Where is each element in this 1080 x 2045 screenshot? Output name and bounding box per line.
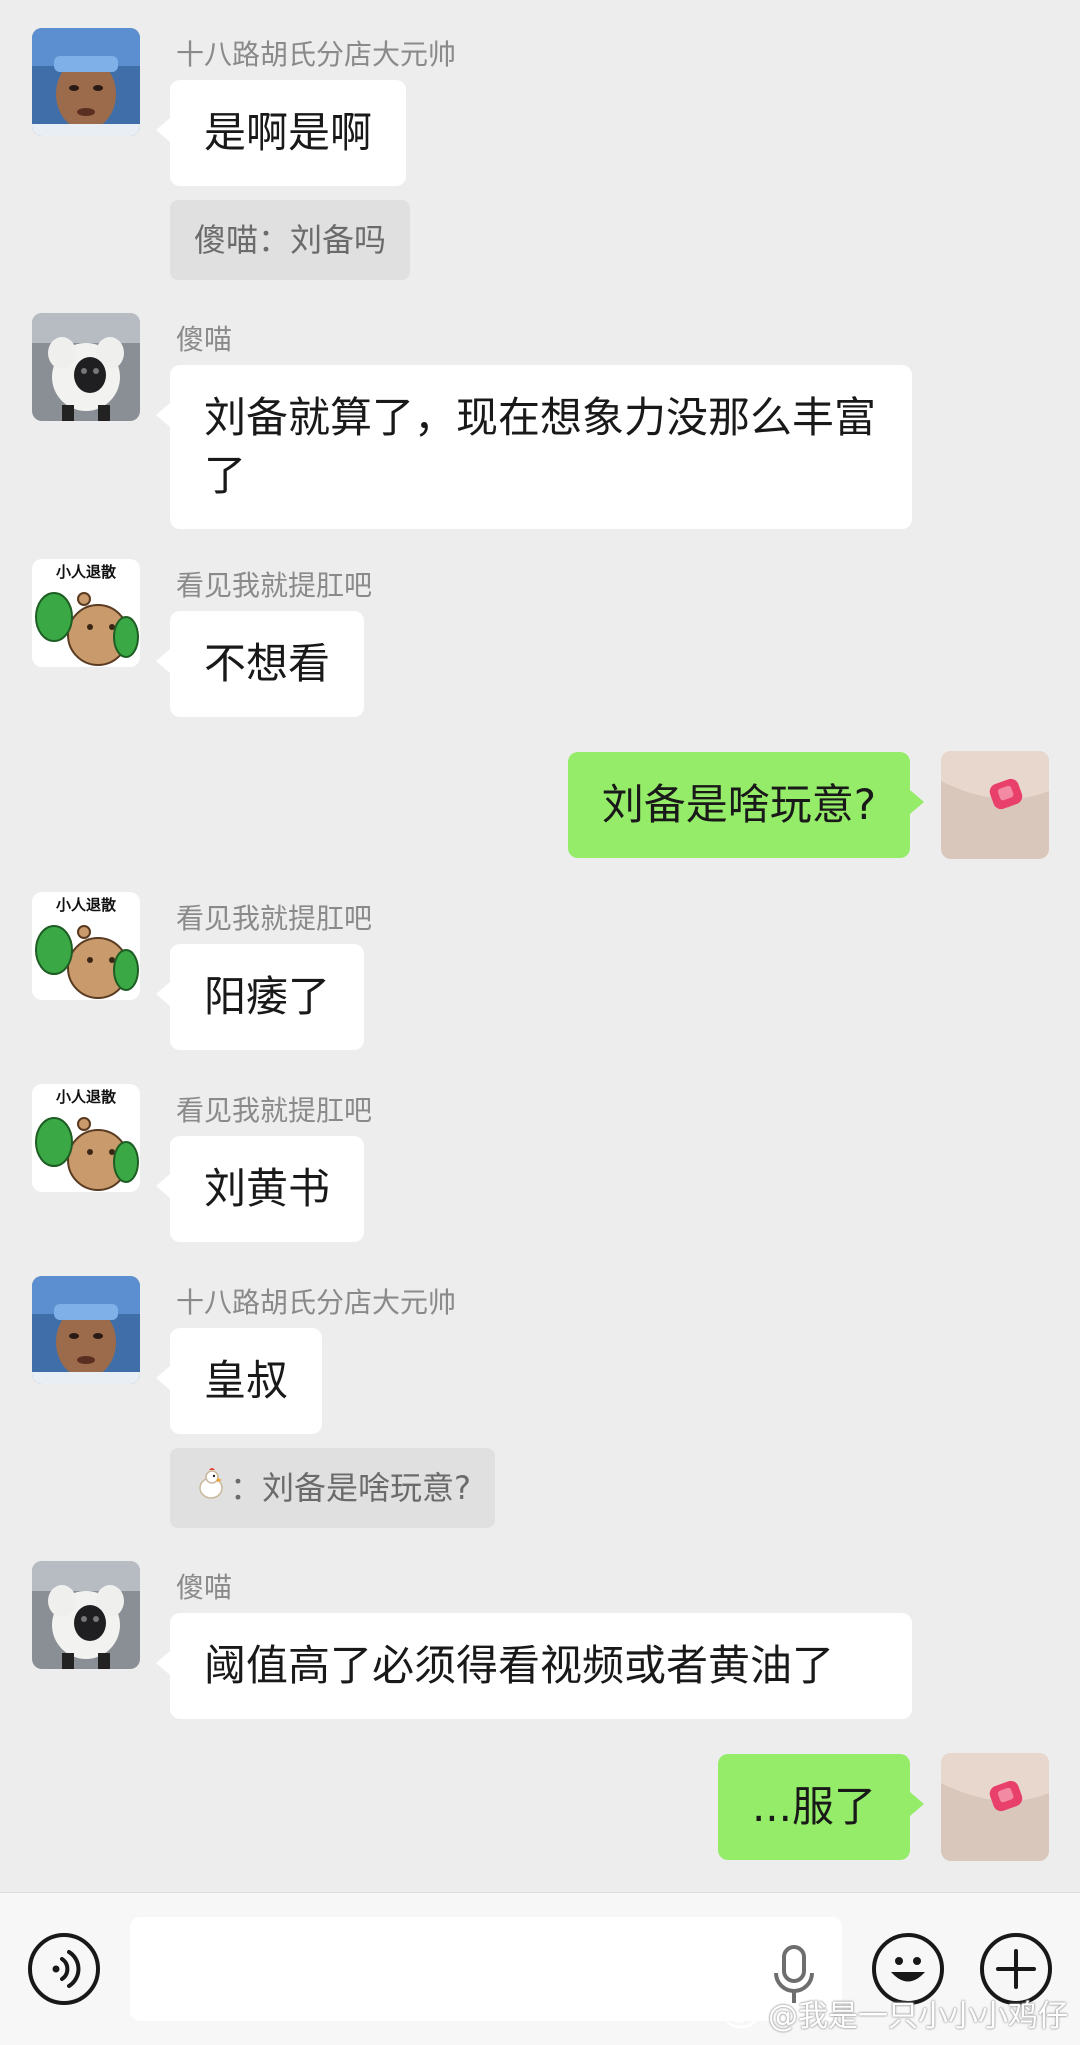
avatar-capybara[interactable]: 小人退散 (32, 1084, 140, 1192)
sender-name: 十八路胡氏分店大元帅 (176, 38, 457, 71)
avatar-sha-miao-image (32, 1561, 140, 1669)
chick-emoji-icon (194, 1450, 228, 1530)
avatar-commander-image (32, 28, 140, 136)
message-bubble[interactable]: 阳痿了 (155, 944, 365, 1050)
voice-toggle-button[interactable] (28, 1933, 100, 2005)
avatar-caption: 小人退散 (56, 896, 117, 914)
avatar-capybara-image: 小人退散 (32, 892, 140, 1000)
sender-name: 傻喵 (176, 1571, 233, 1604)
chat-area: 十八路胡氏分店大元帅 是啊是啊 傻喵：刘备吗 傻喵 刘备就算了，现在想象力没那么… (0, 0, 1080, 1892)
avatar-sha-miao-image (32, 313, 140, 421)
sender-name: 十八路胡氏分店大元帅 (176, 1286, 457, 1319)
input-bar: @我是一只小小小鸡仔 (0, 1892, 1080, 2045)
avatar-self[interactable] (941, 751, 1049, 859)
avatar-sha-miao[interactable] (32, 313, 140, 421)
message-bubble[interactable]: 刘黄书 (155, 1136, 365, 1242)
watermark: @我是一只小小小鸡仔 (724, 1991, 1068, 2038)
sender-name: 看见我就提肛吧 (176, 569, 373, 602)
avatar-commander[interactable] (32, 1276, 140, 1384)
message-bubble-outgoing[interactable]: ...服了 (717, 1754, 925, 1860)
weibo-icon (724, 1996, 765, 2037)
sender-name: 傻喵 (176, 323, 233, 356)
quote-reference[interactable]: ：刘备是啥玩意? (170, 1448, 495, 1528)
avatar-sha-miao[interactable] (32, 1561, 140, 1669)
voice-toggle-icon (52, 1950, 81, 1988)
message-bubble[interactable]: 是啊是啊 (155, 80, 407, 186)
avatar-self[interactable] (941, 1753, 1049, 1861)
sender-name: 看见我就提肛吧 (176, 1094, 373, 1127)
message-bubble-outgoing[interactable]: 刘备是啥玩意? (567, 752, 925, 858)
avatar-capybara[interactable]: 小人退散 (32, 892, 140, 1000)
avatar-capybara-image: 小人退散 (32, 559, 140, 667)
avatar-capybara-image: 小人退散 (32, 1084, 140, 1192)
avatar-self-image (941, 751, 1049, 859)
message-bubble[interactable]: 不想看 (155, 611, 365, 717)
avatar-caption: 小人退散 (56, 563, 117, 581)
avatar-commander[interactable] (32, 28, 140, 136)
watermark-text: @我是一只小小小鸡仔 (768, 1998, 1068, 2034)
avatar-commander-image (32, 1276, 140, 1384)
avatar-caption: 小人退散 (56, 1088, 117, 1106)
quote-reference[interactable]: 傻喵：刘备吗 (170, 200, 411, 280)
message-bubble[interactable]: 皇叔 (155, 1328, 323, 1434)
avatar-capybara[interactable]: 小人退散 (32, 559, 140, 667)
message-bubble[interactable]: 刘备就算了，现在想象力没那么丰富了 (156, 365, 912, 529)
avatar-self-image (941, 1753, 1049, 1861)
sender-name: 看见我就提肛吧 (176, 902, 373, 935)
message-bubble[interactable]: 阈值高了必须得看视频或者黄油了 (156, 1613, 912, 1719)
quote-text: ：刘备是啥玩意? (230, 1469, 471, 1507)
